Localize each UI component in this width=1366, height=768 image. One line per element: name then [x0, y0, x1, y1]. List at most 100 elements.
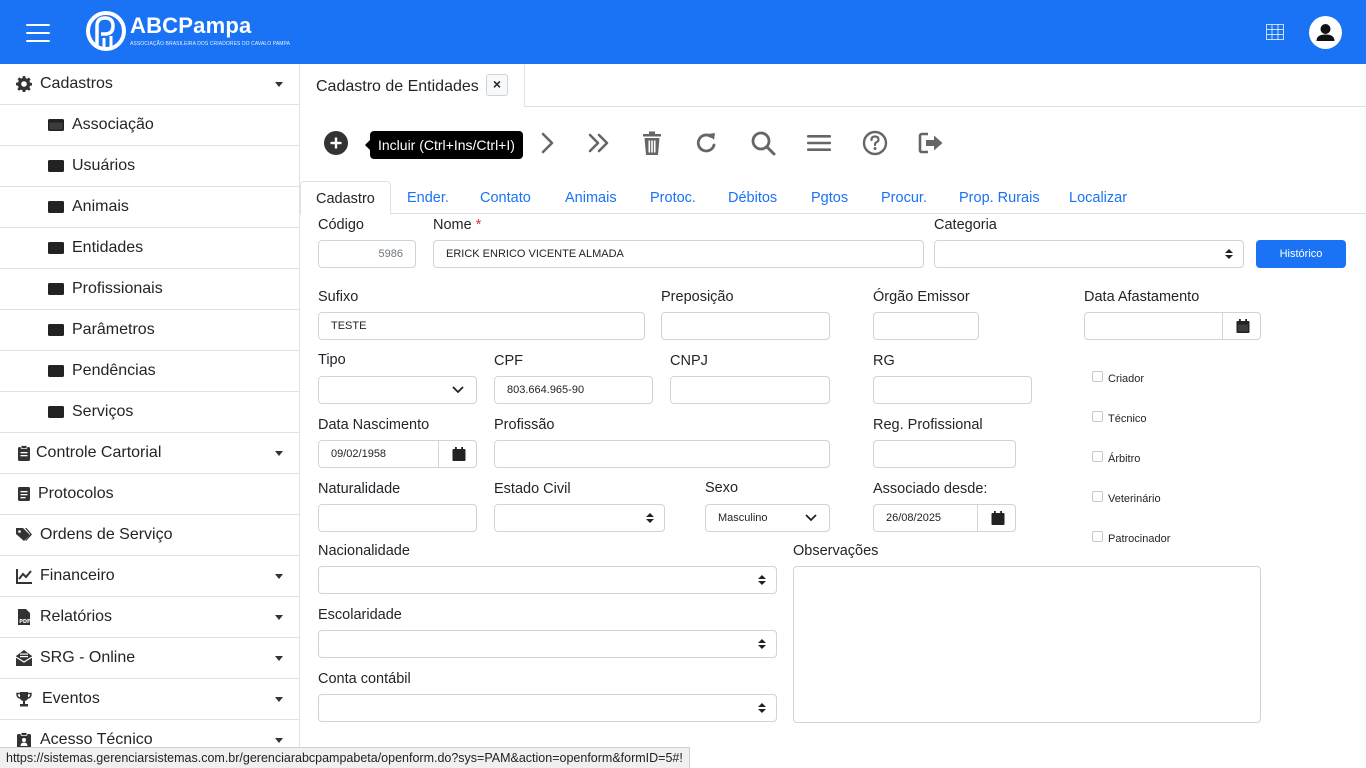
sidebar-item-entidades[interactable]: Entidades: [0, 228, 299, 269]
hamburger-menu-icon[interactable]: [26, 24, 50, 42]
form-tabs: Cadastro Ender. Contato Animais Protoc. …: [300, 181, 1366, 215]
orgao-emissor-field[interactable]: [873, 312, 979, 340]
veterinario-checkbox[interactable]: [1092, 491, 1103, 502]
codigo-field[interactable]: 5986: [318, 240, 416, 268]
search-icon: [751, 131, 776, 156]
tab-localizar[interactable]: Localizar: [1069, 181, 1127, 214]
data-nascimento-field[interactable]: 09/02/1958: [318, 440, 439, 468]
sidebar-item-ordens-de-servico[interactable]: Ordens de Serviço: [0, 515, 299, 556]
sidebar-item-associacao[interactable]: Associação: [0, 105, 299, 146]
tab-divider: [525, 106, 1366, 107]
nacionalidade-select[interactable]: [318, 566, 777, 594]
tecnico-label: Técnico: [1108, 413, 1147, 425]
tab-procur[interactable]: Procur.: [881, 181, 927, 214]
sidebar-item-label: Eventos: [42, 690, 100, 707]
sidebar-item-eventos[interactable]: Eventos: [0, 679, 299, 720]
escolaridade-label: Escolaridade: [318, 607, 402, 623]
select-arrows-icon: [1225, 249, 1233, 259]
help-button[interactable]: [860, 128, 890, 158]
refresh-button[interactable]: [692, 128, 722, 158]
sidebar-item-relatorios[interactable]: PDF Relatórios: [0, 597, 299, 638]
sidebar-item-animais[interactable]: Animais: [0, 187, 299, 228]
sidebar-item-srg-online[interactable]: SRG - Online: [0, 638, 299, 679]
sidebar: Cadastros Associação Usuários Animais En…: [0, 64, 300, 768]
sidebar-item-profissionais[interactable]: Profissionais: [0, 269, 299, 310]
categoria-select[interactable]: [934, 240, 1244, 268]
cpf-label: CPF: [494, 353, 523, 369]
sidebar-item-label: Parâmetros: [72, 321, 155, 338]
form-tab[interactable]: Cadastro de Entidades ×: [300, 64, 525, 107]
tipo-select[interactable]: [318, 376, 477, 404]
sidebar-item-protocolos[interactable]: Protocolos: [0, 474, 299, 515]
patrocinador-checkbox[interactable]: [1092, 531, 1103, 542]
sidebar-item-parametros[interactable]: Parâmetros: [0, 310, 299, 351]
sidebar-item-controle-cartorial[interactable]: Controle Cartorial: [0, 433, 299, 474]
sidebar-item-cadastros[interactable]: Cadastros: [0, 64, 299, 105]
observacoes-label: Observações: [793, 543, 879, 559]
naturalidade-field[interactable]: [318, 504, 477, 532]
sexo-select[interactable]: Masculino: [705, 504, 830, 532]
tab-prop-rurais[interactable]: Prop. Rurais: [959, 181, 1040, 214]
chevron-right-icon: [541, 132, 554, 154]
data-afastamento-field[interactable]: [1084, 312, 1223, 340]
cpf-field[interactable]: 803.664.965-90: [494, 376, 653, 404]
profissao-field[interactable]: [494, 440, 830, 468]
exit-button[interactable]: [916, 128, 946, 158]
sidebar-item-servicos[interactable]: Serviços: [0, 392, 299, 433]
sidebar-item-usuarios[interactable]: Usuários: [0, 146, 299, 187]
chevron-down-icon: [805, 514, 817, 522]
caret-down-icon: [275, 656, 283, 661]
naturalidade-label: Naturalidade: [318, 481, 401, 497]
sidebar-item-financeiro[interactable]: Financeiro: [0, 556, 299, 597]
pdf-icon: PDF: [18, 609, 30, 625]
clipboard-icon: [18, 445, 30, 461]
sidebar-item-pendencias[interactable]: Pendências: [0, 351, 299, 392]
associado-desde-field[interactable]: 26/08/2025: [873, 504, 978, 532]
nome-field[interactable]: ERICK ENRICO VICENTE ALMADA: [433, 240, 924, 268]
add-button[interactable]: [321, 128, 351, 158]
brand-subtitle: ASSOCIAÇÃO BRASILEIRA DOS CRIADORES DO C…: [130, 41, 291, 47]
data-afastamento-calendar-button[interactable]: [1222, 312, 1261, 340]
next-button[interactable]: [533, 128, 563, 158]
historico-button[interactable]: Histórico: [1256, 240, 1346, 268]
sufixo-field[interactable]: TESTE: [318, 312, 645, 340]
user-avatar-icon[interactable]: [1309, 16, 1342, 49]
sexo-value: Masculino: [718, 512, 768, 524]
sidebar-item-label: Financeiro: [40, 567, 115, 584]
tab-cadastro[interactable]: Cadastro: [300, 181, 391, 215]
search-button[interactable]: [748, 128, 778, 158]
data-nascimento-calendar-button[interactable]: [438, 440, 477, 468]
sidebar-item-label: Animais: [72, 198, 129, 215]
estado-civil-select[interactable]: [494, 504, 665, 532]
tab-pgtos[interactable]: Pgtos: [811, 181, 848, 214]
tab-contato[interactable]: Contato: [480, 181, 531, 214]
associado-desde-label: Associado desde:: [873, 481, 988, 497]
preposicao-field[interactable]: [661, 312, 830, 340]
tab-ender[interactable]: Ender.: [407, 181, 449, 214]
data-nascimento-label: Data Nascimento: [318, 417, 430, 433]
sidebar-item-label: Controle Cartorial: [36, 444, 162, 461]
escolaridade-select[interactable]: [318, 630, 777, 658]
conta-contabil-select[interactable]: [318, 694, 777, 722]
arbitro-checkbox[interactable]: [1092, 451, 1103, 462]
cnpj-field[interactable]: [670, 376, 830, 404]
associado-desde-calendar-button[interactable]: [977, 504, 1016, 532]
sidebar-item-label: Pendências: [72, 362, 156, 379]
list-button[interactable]: [804, 128, 834, 158]
delete-button[interactable]: [637, 128, 667, 158]
observacoes-textarea[interactable]: [793, 566, 1261, 723]
rg-field[interactable]: [873, 376, 1032, 404]
last-button[interactable]: [584, 128, 614, 158]
close-tab-button[interactable]: ×: [486, 74, 508, 96]
select-arrows-icon: [758, 703, 766, 713]
tab-protoc[interactable]: Protoc.: [650, 181, 696, 214]
tecnico-checkbox[interactable]: [1092, 411, 1103, 422]
abcpampa-logo-icon[interactable]: [84, 10, 128, 56]
required-marker: *: [475, 217, 482, 233]
criador-checkbox[interactable]: [1092, 371, 1103, 382]
tab-animais[interactable]: Animais: [565, 181, 617, 214]
grid-icon[interactable]: [1266, 24, 1284, 40]
brand-name[interactable]: ABCPampa: [130, 13, 251, 39]
reg-profissional-field[interactable]: [873, 440, 1016, 468]
tab-debitos[interactable]: Débitos: [728, 181, 777, 214]
